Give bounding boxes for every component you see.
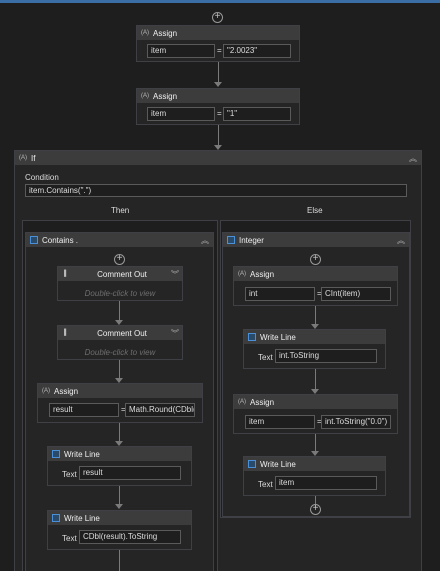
connector-line xyxy=(218,125,219,145)
assign-icon: (A) xyxy=(42,388,50,394)
comment-title: Comment Out xyxy=(97,328,147,338)
add-activity-icon[interactable]: + xyxy=(310,254,321,265)
assign-icon: (A) xyxy=(238,399,246,405)
sequence-icon xyxy=(30,236,38,244)
else-assign-activity-2[interactable]: (A) Assign item = int.ToString("0.0") xyxy=(233,394,398,434)
condition-field[interactable]: item.Contains(".") xyxy=(25,184,407,197)
equals-sign: = xyxy=(217,109,222,118)
else-assign-activity-1[interactable]: (A) Assign int = CInt(item) xyxy=(233,266,398,306)
double-click-hint: Double-click to view xyxy=(84,348,156,357)
assign-title: Assign xyxy=(250,397,275,407)
comment-title: Comment Out xyxy=(97,269,147,279)
chevron-up-icon[interactable]: ︽ xyxy=(397,235,405,246)
text-label: Text xyxy=(258,480,273,489)
connector-arrow xyxy=(115,504,123,509)
chevron-down-icon[interactable]: ︾ xyxy=(171,328,179,339)
assign-to-field[interactable]: result xyxy=(49,403,119,417)
write-line-text-field[interactable]: result xyxy=(79,466,181,480)
text-label: Text xyxy=(258,353,273,362)
comment-icon: ▐ xyxy=(62,271,67,277)
assign-icon: (A) xyxy=(238,271,246,277)
chevron-down-icon[interactable]: ︾ xyxy=(171,269,179,280)
chevron-up-icon[interactable]: ︽ xyxy=(409,153,417,164)
comment-icon: ▐ xyxy=(62,330,67,336)
connector-line xyxy=(119,301,120,321)
write-line-title: Write Line xyxy=(260,332,296,342)
text-label: Text xyxy=(62,470,77,479)
assign-title: Assign xyxy=(153,28,178,38)
comment-out-activity-1[interactable]: ▐ Comment Out ︾ Double-click to view xyxy=(57,266,183,301)
write-line-text-field[interactable]: CDbl(result).ToString xyxy=(79,530,181,544)
write-line-icon xyxy=(52,450,60,458)
connector-line xyxy=(315,306,316,324)
sequence-icon xyxy=(227,236,235,244)
double-click-hint: Double-click to view xyxy=(84,289,156,298)
assign-value-field[interactable]: "2.0023" xyxy=(223,44,291,58)
connector-line xyxy=(315,369,316,389)
else-sequence-title: Integer xyxy=(239,235,264,245)
assign-icon: (A) xyxy=(141,30,149,36)
assign-value-field[interactable]: int.ToString("0.0") xyxy=(321,415,391,429)
if-icon: (A) xyxy=(19,155,27,161)
equals-sign: = xyxy=(217,46,222,55)
assign-to-field[interactable]: item xyxy=(245,415,315,429)
connector-line xyxy=(218,62,219,82)
then-label: Then xyxy=(111,206,130,215)
write-line-text-field[interactable]: item xyxy=(275,476,377,490)
then-write-line-2[interactable]: Write Line Text CDbl(result).ToString xyxy=(47,510,192,550)
assign-to-field[interactable]: item xyxy=(147,44,215,58)
text-label: Text xyxy=(62,534,77,543)
assign-to-field[interactable]: item xyxy=(147,107,215,121)
condition-label: Condition xyxy=(25,173,59,182)
connector-line xyxy=(119,360,120,378)
else-write-line-2[interactable]: Write Line Text item xyxy=(243,456,386,496)
connector-arrow xyxy=(214,82,222,87)
connector-line xyxy=(315,434,316,451)
else-label: Else xyxy=(307,206,323,215)
if-title: If xyxy=(31,153,36,163)
assign-value-field[interactable]: CInt(item) xyxy=(321,287,391,301)
assign-activity-1[interactable]: (A) Assign item = "2.0023" xyxy=(136,25,300,62)
connector-line xyxy=(119,550,120,571)
write-line-title: Write Line xyxy=(64,513,100,523)
comment-out-activity-2[interactable]: ▐ Comment Out ︾ Double-click to view xyxy=(57,325,183,360)
assign-value-field[interactable]: "1" xyxy=(223,107,291,121)
write-line-text-field[interactable]: int.ToString xyxy=(275,349,377,363)
connector-line xyxy=(119,486,120,504)
assign-title: Assign xyxy=(250,269,275,279)
write-line-icon xyxy=(248,460,256,468)
add-activity-icon[interactable]: + xyxy=(114,254,125,265)
then-write-line-1[interactable]: Write Line Text result xyxy=(47,446,192,486)
top-accent-bar xyxy=(0,0,440,3)
assign-title: Assign xyxy=(153,91,178,101)
assign-value-field[interactable]: Math.Round(CDbl( xyxy=(125,403,195,417)
else-write-line-1[interactable]: Write Line Text int.ToString xyxy=(243,329,386,369)
then-sequence-title: Contains . xyxy=(42,235,79,245)
add-activity-icon[interactable]: + xyxy=(310,504,321,515)
connector-line xyxy=(119,423,120,441)
write-line-icon xyxy=(248,333,256,341)
assign-to-field[interactable]: int xyxy=(245,287,315,301)
assign-icon: (A) xyxy=(141,93,149,99)
write-line-title: Write Line xyxy=(64,449,100,459)
write-line-icon xyxy=(52,514,60,522)
chevron-up-icon[interactable]: ︽ xyxy=(201,235,209,246)
assign-activity-2[interactable]: (A) Assign item = "1" xyxy=(136,88,300,125)
then-assign-activity[interactable]: (A) Assign result = Math.Round(CDbl( xyxy=(37,383,203,423)
add-activity-icon[interactable]: + xyxy=(212,12,223,23)
write-line-title: Write Line xyxy=(260,459,296,469)
assign-title: Assign xyxy=(54,386,79,396)
